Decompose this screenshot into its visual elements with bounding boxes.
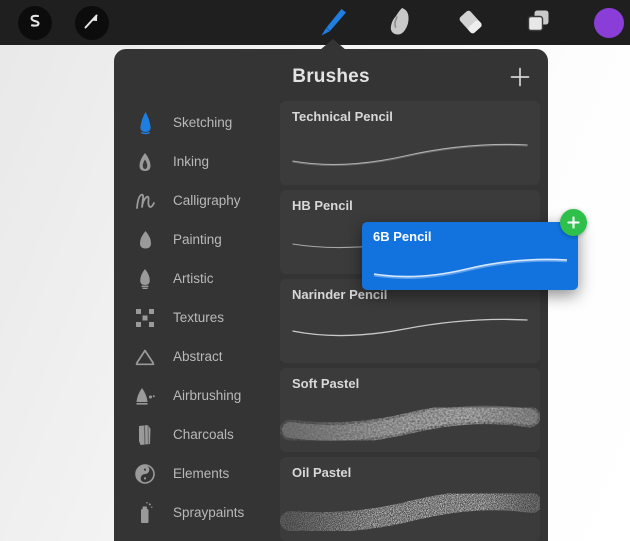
gallery-button[interactable] xyxy=(18,6,52,40)
brush-name: Oil Pastel xyxy=(292,465,352,480)
paint-tool[interactable] xyxy=(314,5,352,41)
sidebar-item-label: Elements xyxy=(173,466,230,481)
airbrushing-icon xyxy=(130,383,160,409)
sidebar-item-label: Charcoals xyxy=(173,427,234,442)
sidebar-item-label: Abstract xyxy=(173,349,223,364)
abstract-icon xyxy=(130,344,160,370)
dragged-brush-card[interactable]: 6B Pencil xyxy=(362,222,578,290)
smudge-tool[interactable] xyxy=(382,5,420,41)
brush-card-technical-pencil[interactable]: Technical Pencil xyxy=(280,101,540,185)
sidebar-item-charcoals[interactable]: Charcoals xyxy=(114,415,274,454)
transform-button[interactable] xyxy=(75,6,109,40)
brush-list[interactable]: Technical Pencil HB Pencil Narinder Penc… xyxy=(274,101,548,541)
sidebar-item-label: Spraypaints xyxy=(173,505,245,520)
brush-name: HB Pencil xyxy=(292,198,353,213)
sidebar-item-calligraphy[interactable]: Calligraphy xyxy=(114,181,274,220)
sidebar-item-label: Painting xyxy=(173,232,222,247)
eraser-tool[interactable] xyxy=(452,5,490,41)
sidebar-item-painting[interactable]: Painting xyxy=(114,220,274,259)
brush-card-narinder-pencil[interactable]: Narinder Pencil xyxy=(280,279,540,363)
brush-stroke-preview xyxy=(280,123,540,183)
plus-icon xyxy=(510,67,530,87)
painting-icon xyxy=(130,227,160,253)
paintbrush-icon xyxy=(316,5,350,42)
textures-icon xyxy=(130,305,160,331)
smudge-finger-icon xyxy=(386,5,416,42)
sidebar-item-label: Inking xyxy=(173,154,210,169)
inking-icon xyxy=(130,149,160,175)
elements-icon xyxy=(130,461,160,487)
sidebar-item-sketching[interactable]: Sketching xyxy=(114,103,274,142)
brush-set-list[interactable]: Sketching Inking Calligraphy Painting Ar… xyxy=(114,101,274,541)
sidebar-item-spraypaints[interactable]: Spraypaints xyxy=(114,493,274,532)
sidebar-item-inking[interactable]: Inking xyxy=(114,142,274,181)
sidebar-item-artistic[interactable]: Artistic xyxy=(114,259,274,298)
dragged-brush-name: 6B Pencil xyxy=(373,229,432,244)
dragged-brush-stroke-preview xyxy=(362,240,578,290)
arrow-transform-icon xyxy=(82,11,102,36)
brush-stroke-preview xyxy=(280,479,540,539)
brush-stroke-preview xyxy=(280,301,540,361)
add-brush-badge xyxy=(560,209,587,236)
brush-card-soft-pastel[interactable]: Soft Pastel xyxy=(280,368,540,452)
add-brush-button[interactable] xyxy=(508,65,532,89)
brushes-panel-header: Brushes xyxy=(114,49,548,101)
brush-stroke-preview xyxy=(280,390,540,450)
sketching-icon xyxy=(130,110,160,136)
calligraphy-icon xyxy=(130,188,160,214)
plus-icon xyxy=(567,216,580,229)
top-toolbar xyxy=(0,0,630,45)
sidebar-item-airbrushing[interactable]: Airbrushing xyxy=(114,376,274,415)
brushes-panel: Brushes Sketching Inking Calligraphy Pai… xyxy=(114,49,548,541)
brush-name: Soft Pastel xyxy=(292,376,360,391)
sidebar-item-abstract[interactable]: Abstract xyxy=(114,337,274,376)
gallery-s-icon xyxy=(26,12,44,35)
sidebar-item-label: Sketching xyxy=(173,115,233,130)
layers-tool[interactable] xyxy=(520,5,558,41)
brush-card-oil-pastel[interactable]: Oil Pastel xyxy=(280,457,540,541)
charcoals-icon xyxy=(130,422,160,448)
sidebar-item-textures[interactable]: Textures xyxy=(114,298,274,337)
color-swatch[interactable] xyxy=(594,8,624,38)
page-title: Brushes xyxy=(292,66,370,87)
sidebar-item-elements[interactable]: Elements xyxy=(114,454,274,493)
brush-name: Technical Pencil xyxy=(292,109,393,124)
artistic-icon xyxy=(130,266,160,292)
sidebar-item-touchups[interactable]: Touchups xyxy=(114,532,274,541)
layers-icon xyxy=(524,6,554,41)
sidebar-item-label: Calligraphy xyxy=(173,193,241,208)
spraypaints-icon xyxy=(130,500,160,526)
sidebar-item-label: Textures xyxy=(173,310,225,325)
eraser-icon xyxy=(455,5,487,42)
sidebar-item-label: Artistic xyxy=(173,271,214,286)
brushes-panel-body: Sketching Inking Calligraphy Painting Ar… xyxy=(114,101,548,541)
sidebar-item-label: Airbrushing xyxy=(173,388,242,403)
procreate-app-window: Brushes Sketching Inking Calligraphy Pai… xyxy=(0,0,630,541)
